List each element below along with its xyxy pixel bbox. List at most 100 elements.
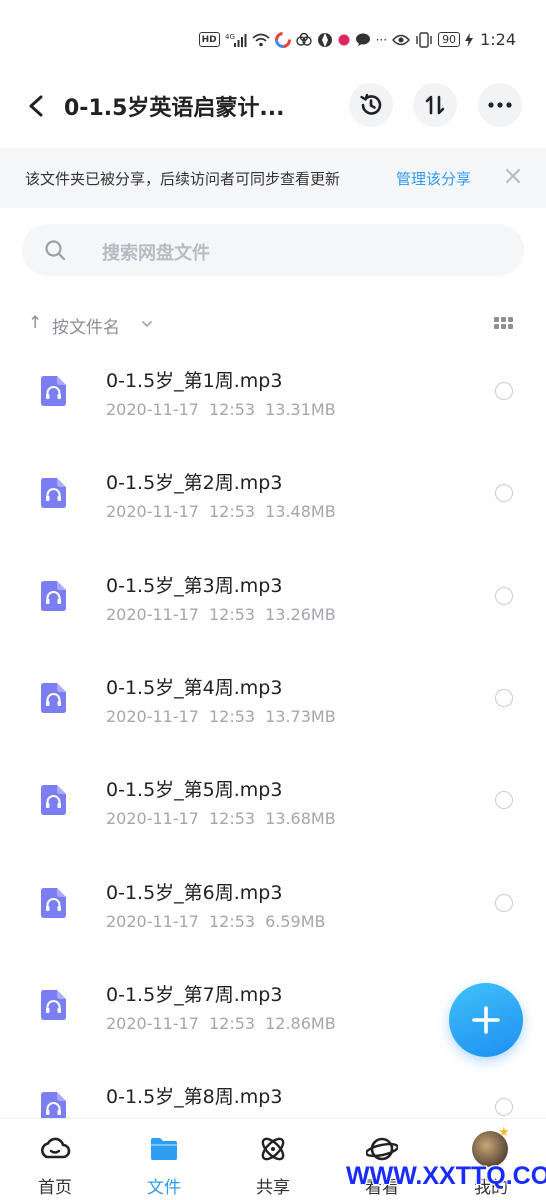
file-meta: 2020-11-17 12:53 6.59MB (106, 912, 336, 931)
cloud-notification-icon (295, 31, 312, 49)
banner-close-button[interactable] (500, 163, 526, 189)
file-time: 12:53 (208, 1014, 256, 1033)
chevron-down-icon[interactable] (140, 317, 154, 331)
file-select-checkbox[interactable] (495, 484, 513, 502)
folder-icon (151, 1138, 177, 1160)
file-date: 2020-11-17 (106, 1014, 199, 1033)
file-time: 12:53 (208, 707, 256, 726)
transfer-icon (425, 95, 445, 115)
file-date: 2020-11-17 (106, 605, 199, 624)
file-date: 2020-11-17 (106, 502, 199, 521)
audio-file-icon (41, 478, 66, 508)
file-size: 6.59MB (265, 912, 326, 931)
audio-file-icon (41, 888, 66, 918)
audio-file-icon (41, 683, 66, 713)
file-name: 0-1.5岁_第5周.mp3 (106, 779, 283, 801)
crown-icon: ★ (498, 1125, 510, 1140)
file-meta: 2020-11-17 12:53 13.68MB (106, 809, 346, 828)
file-size: 12.86MB (265, 1014, 336, 1033)
nav-share[interactable]: 共享 (218, 1119, 328, 1200)
file-name: 0-1.5岁_第8周.mp3 (106, 1086, 283, 1108)
eye-icon (392, 31, 410, 49)
charging-icon (465, 31, 474, 49)
watermark: WWW.XXTTQ.COM (346, 1162, 546, 1190)
file-date: 2020-11-17 (106, 707, 199, 726)
grid-view-icon[interactable] (494, 317, 514, 331)
audio-file-icon (41, 376, 66, 406)
search-placeholder: 搜索网盘文件 (102, 243, 210, 264)
add-button[interactable] (449, 983, 523, 1057)
app-notification-icon (274, 31, 291, 49)
nav-home-label: 首页 (38, 1178, 72, 1198)
file-row[interactable]: 0-1.5岁_第3周.mp3 2020-11-17 12:53 13.26MB (0, 555, 546, 657)
signal-icon: 4G (225, 31, 247, 49)
history-button[interactable] (349, 83, 393, 127)
close-icon (506, 169, 520, 183)
file-meta: 2020-11-17 12:53 13.73MB (106, 707, 346, 726)
file-time: 12:53 (208, 912, 256, 931)
share-banner-text: 该文件夹已被分享，后续访问者可同步查看更新 (25, 170, 341, 188)
file-select-checkbox[interactable] (495, 689, 513, 707)
aperture-icon (317, 31, 333, 49)
file-row[interactable]: 0-1.5岁_第4周.mp3 2020-11-17 12:53 13.73MB (0, 657, 546, 759)
red-dot-icon (338, 31, 350, 49)
nav-home[interactable]: 首页 (0, 1119, 110, 1200)
file-time: 12:53 (208, 809, 256, 828)
history-icon (360, 93, 382, 115)
file-select-checkbox[interactable] (495, 1098, 513, 1116)
file-row[interactable]: 0-1.5岁_第2周.mp3 2020-11-17 12:53 13.48MB (0, 452, 546, 554)
nav-files-label: 文件 (147, 1178, 181, 1198)
hd-icon: HD (198, 32, 220, 47)
sort-by-name-label[interactable]: 按文件名 (52, 313, 120, 338)
file-meta: 2020-11-17 12:53 13.48MB (106, 502, 346, 521)
audio-file-icon (41, 581, 66, 611)
network-type: 4G (225, 33, 235, 41)
nav-files[interactable]: 文件 (109, 1119, 219, 1200)
file-meta: 2020-11-17 12:53 13.26MB (106, 605, 346, 624)
sort-bar: ↑ 按文件名 (0, 308, 546, 342)
file-time: 12:53 (208, 605, 256, 624)
file-row[interactable]: 0-1.5岁_第5周.mp3 2020-11-17 12:53 13.68MB (0, 759, 546, 861)
more-notifications-icon: ··· (375, 32, 388, 47)
atom-icon (261, 1137, 285, 1161)
file-name: 0-1.5岁_第2周.mp3 (106, 472, 283, 494)
planet-icon (366, 1137, 398, 1161)
file-size: 13.31MB (265, 400, 336, 419)
file-select-checkbox[interactable] (495, 894, 513, 912)
status-bar: HD 4G ··· 90 1:24 (0, 0, 546, 70)
manage-share-link[interactable]: 管理该分享 (396, 168, 471, 189)
file-size: 13.48MB (265, 502, 336, 521)
audio-file-icon (41, 990, 66, 1020)
more-button[interactable] (478, 83, 522, 127)
file-meta: 2020-11-17 12:53 13.31MB (106, 400, 346, 419)
file-size: 13.68MB (265, 809, 336, 828)
page-title: 0-1.5岁英语启蒙计... (64, 96, 285, 121)
file-name: 0-1.5岁_第1周.mp3 (106, 370, 283, 392)
file-time: 12:53 (208, 502, 256, 521)
chat-bubble-icon (355, 31, 371, 49)
file-size: 13.73MB (265, 707, 336, 726)
file-select-checkbox[interactable] (495, 382, 513, 400)
file-row[interactable]: 0-1.5岁_第1周.mp3 2020-11-17 12:53 13.31MB (0, 350, 546, 452)
file-name: 0-1.5岁_第7周.mp3 (106, 984, 283, 1006)
home-cloud-icon (41, 1137, 71, 1159)
header: 0-1.5岁英语启蒙计... (0, 78, 546, 136)
file-date: 2020-11-17 (106, 912, 199, 931)
file-size: 13.26MB (265, 605, 336, 624)
file-select-checkbox[interactable] (495, 791, 513, 809)
file-row[interactable]: 0-1.5岁_第6周.mp3 2020-11-17 12:53 6.59MB (0, 862, 546, 964)
file-date: 2020-11-17 (106, 809, 199, 828)
share-banner: 该文件夹已被分享，后续访问者可同步查看更新 管理该分享 (0, 148, 546, 208)
sort-direction-icon[interactable]: ↑ (28, 313, 42, 333)
search-input[interactable]: 搜索网盘文件 (22, 224, 524, 276)
more-dots-icon (488, 102, 512, 108)
status-icons: HD 4G ··· 90 1:24 (198, 30, 516, 49)
plus-icon (472, 1006, 500, 1034)
back-button[interactable] (20, 90, 52, 122)
transfer-button[interactable] (413, 83, 457, 127)
file-select-checkbox[interactable] (495, 587, 513, 605)
wifi-icon (252, 31, 270, 49)
vibrate-icon (415, 31, 433, 49)
file-time: 12:53 (208, 400, 256, 419)
audio-file-icon (41, 785, 66, 815)
